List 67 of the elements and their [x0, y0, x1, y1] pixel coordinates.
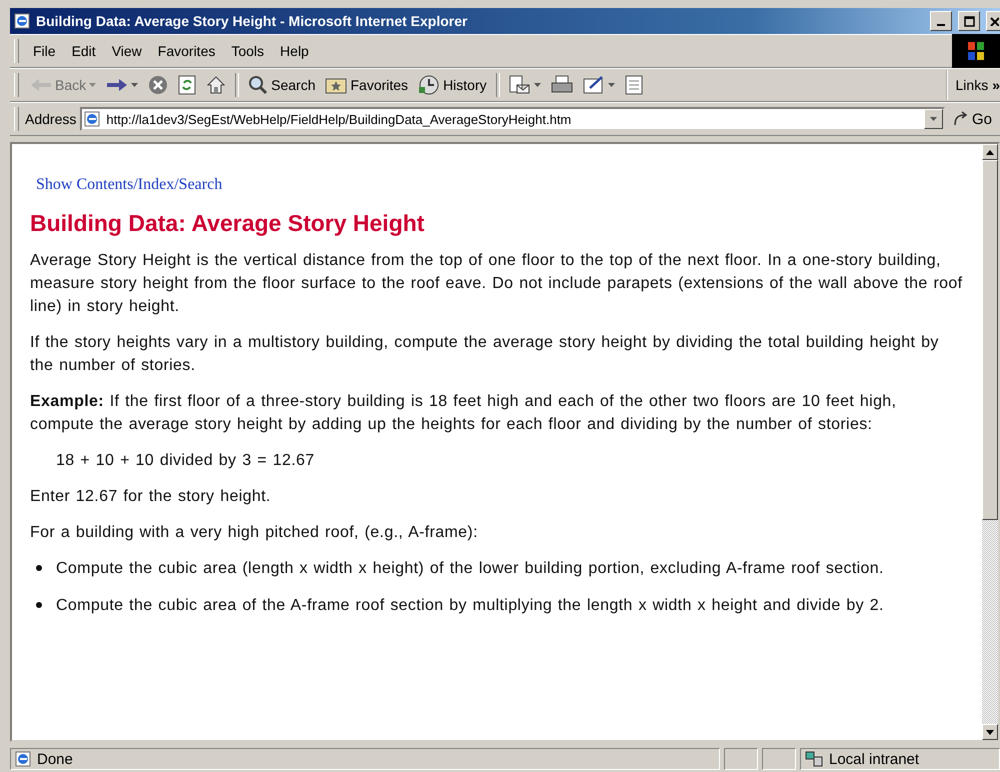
status-pane [724, 748, 758, 770]
close-button[interactable] [986, 11, 1000, 31]
status-pane [762, 748, 796, 770]
zone-text: Local intranet [829, 750, 920, 768]
star-folder-icon [325, 76, 348, 94]
refresh-icon [178, 75, 196, 95]
menu-item[interactable]: Favorites [150, 39, 224, 63]
history-button[interactable]: History [413, 73, 492, 97]
favorites-button[interactable]: Favorites [320, 74, 414, 96]
page-heading: Building Data: Average Story Height [30, 210, 426, 237]
caret-icon [608, 83, 615, 87]
scroll-down-button[interactable] [982, 724, 998, 740]
address-field[interactable]: http://la1dev3/SegEst/WebHelp/FieldHelp/BuildingData_AverageStoryHeight.htm [80, 107, 945, 131]
formula-text: 18 + 10 + 10 divided by 3 = 12.67 [56, 451, 316, 471]
document-icon [624, 75, 643, 95]
scrollbar[interactable] [982, 144, 998, 740]
list-item: Compute the cubic area (length x width x height) of the lower building portion, excluding A-frame roof section. [56, 559, 884, 579]
menu-item[interactable]: Edit [64, 39, 104, 63]
network-icon [805, 751, 823, 767]
search-button[interactable]: Search [243, 73, 320, 97]
menu-item[interactable]: View [104, 39, 150, 63]
mail-icon [508, 75, 531, 95]
paragraph: Example: If the first floor of a three-story building is 18 feet high and each of the other two floors are 10 feet high, compute the average story height by adding up the heights for each floor and dividing by the number of stories: [30, 392, 898, 435]
links-button[interactable]: Links [956, 77, 988, 93]
paragraph: Average Story Height is the vertical distance from the top of one floor to the top of the next floor. In a one-story building, measure story height from the floor surface to the roof eave. Do not include parapets (extensions of the wall above the roof line) in story height. [30, 251, 964, 317]
bullet-icon [36, 602, 42, 608]
windows-logo [952, 34, 1000, 68]
list-item: Compute the cubic area of the A-frame roof section by multiplying the length x width x height and divide by 2. [56, 596, 884, 616]
bullet-icon [36, 565, 42, 571]
go-button[interactable]: Go [944, 110, 1000, 128]
caret-icon [89, 83, 96, 87]
edit-page-icon [582, 75, 605, 95]
minimize-button[interactable] [930, 11, 952, 31]
window-title: Building Data: Average Story Height - Microsoft Internet Explorer [36, 13, 468, 29]
menu-item[interactable]: Tools [223, 39, 272, 63]
search-icon [248, 75, 268, 95]
scroll-thumb[interactable] [982, 160, 998, 520]
clock-icon [418, 75, 440, 95]
more-chevron[interactable]: » [992, 77, 1000, 93]
browser-icon [84, 111, 100, 127]
browser-icon [15, 751, 31, 767]
dropdown-button[interactable] [924, 109, 943, 129]
paragraph: Enter 12.67 for the story height. [30, 487, 272, 507]
menu-item[interactable]: File [25, 39, 64, 63]
minimize-icon [937, 24, 945, 26]
menu-item[interactable]: Help [272, 39, 317, 63]
caret-icon [131, 83, 138, 87]
home-icon [206, 75, 226, 95]
caret-icon [534, 83, 541, 87]
back-arrow-icon [30, 77, 52, 93]
maximize-icon [964, 16, 974, 26]
down-arrow-icon [986, 730, 994, 734]
status-text: Done [37, 750, 73, 768]
contents-link[interactable]: Show Contents/Index/Search [36, 176, 222, 193]
up-arrow-icon [986, 150, 994, 154]
forward-arrow-icon [106, 77, 128, 93]
stop-icon [148, 75, 168, 95]
close-icon [988, 16, 998, 26]
printer-icon [550, 75, 573, 95]
browser-icon [14, 13, 30, 29]
address-label: Address [25, 111, 76, 127]
maximize-button[interactable] [958, 11, 980, 31]
caret-icon [930, 117, 937, 121]
curved-arrow-icon [952, 111, 969, 127]
paragraph: If the story heights vary in a multistory building, compute the average story height by dividing the total building height by the number of stories. [30, 333, 940, 376]
scroll-up-button[interactable] [982, 144, 998, 160]
paragraph: For a building with a very high pitched roof, (e.g., A-frame): [30, 523, 479, 543]
